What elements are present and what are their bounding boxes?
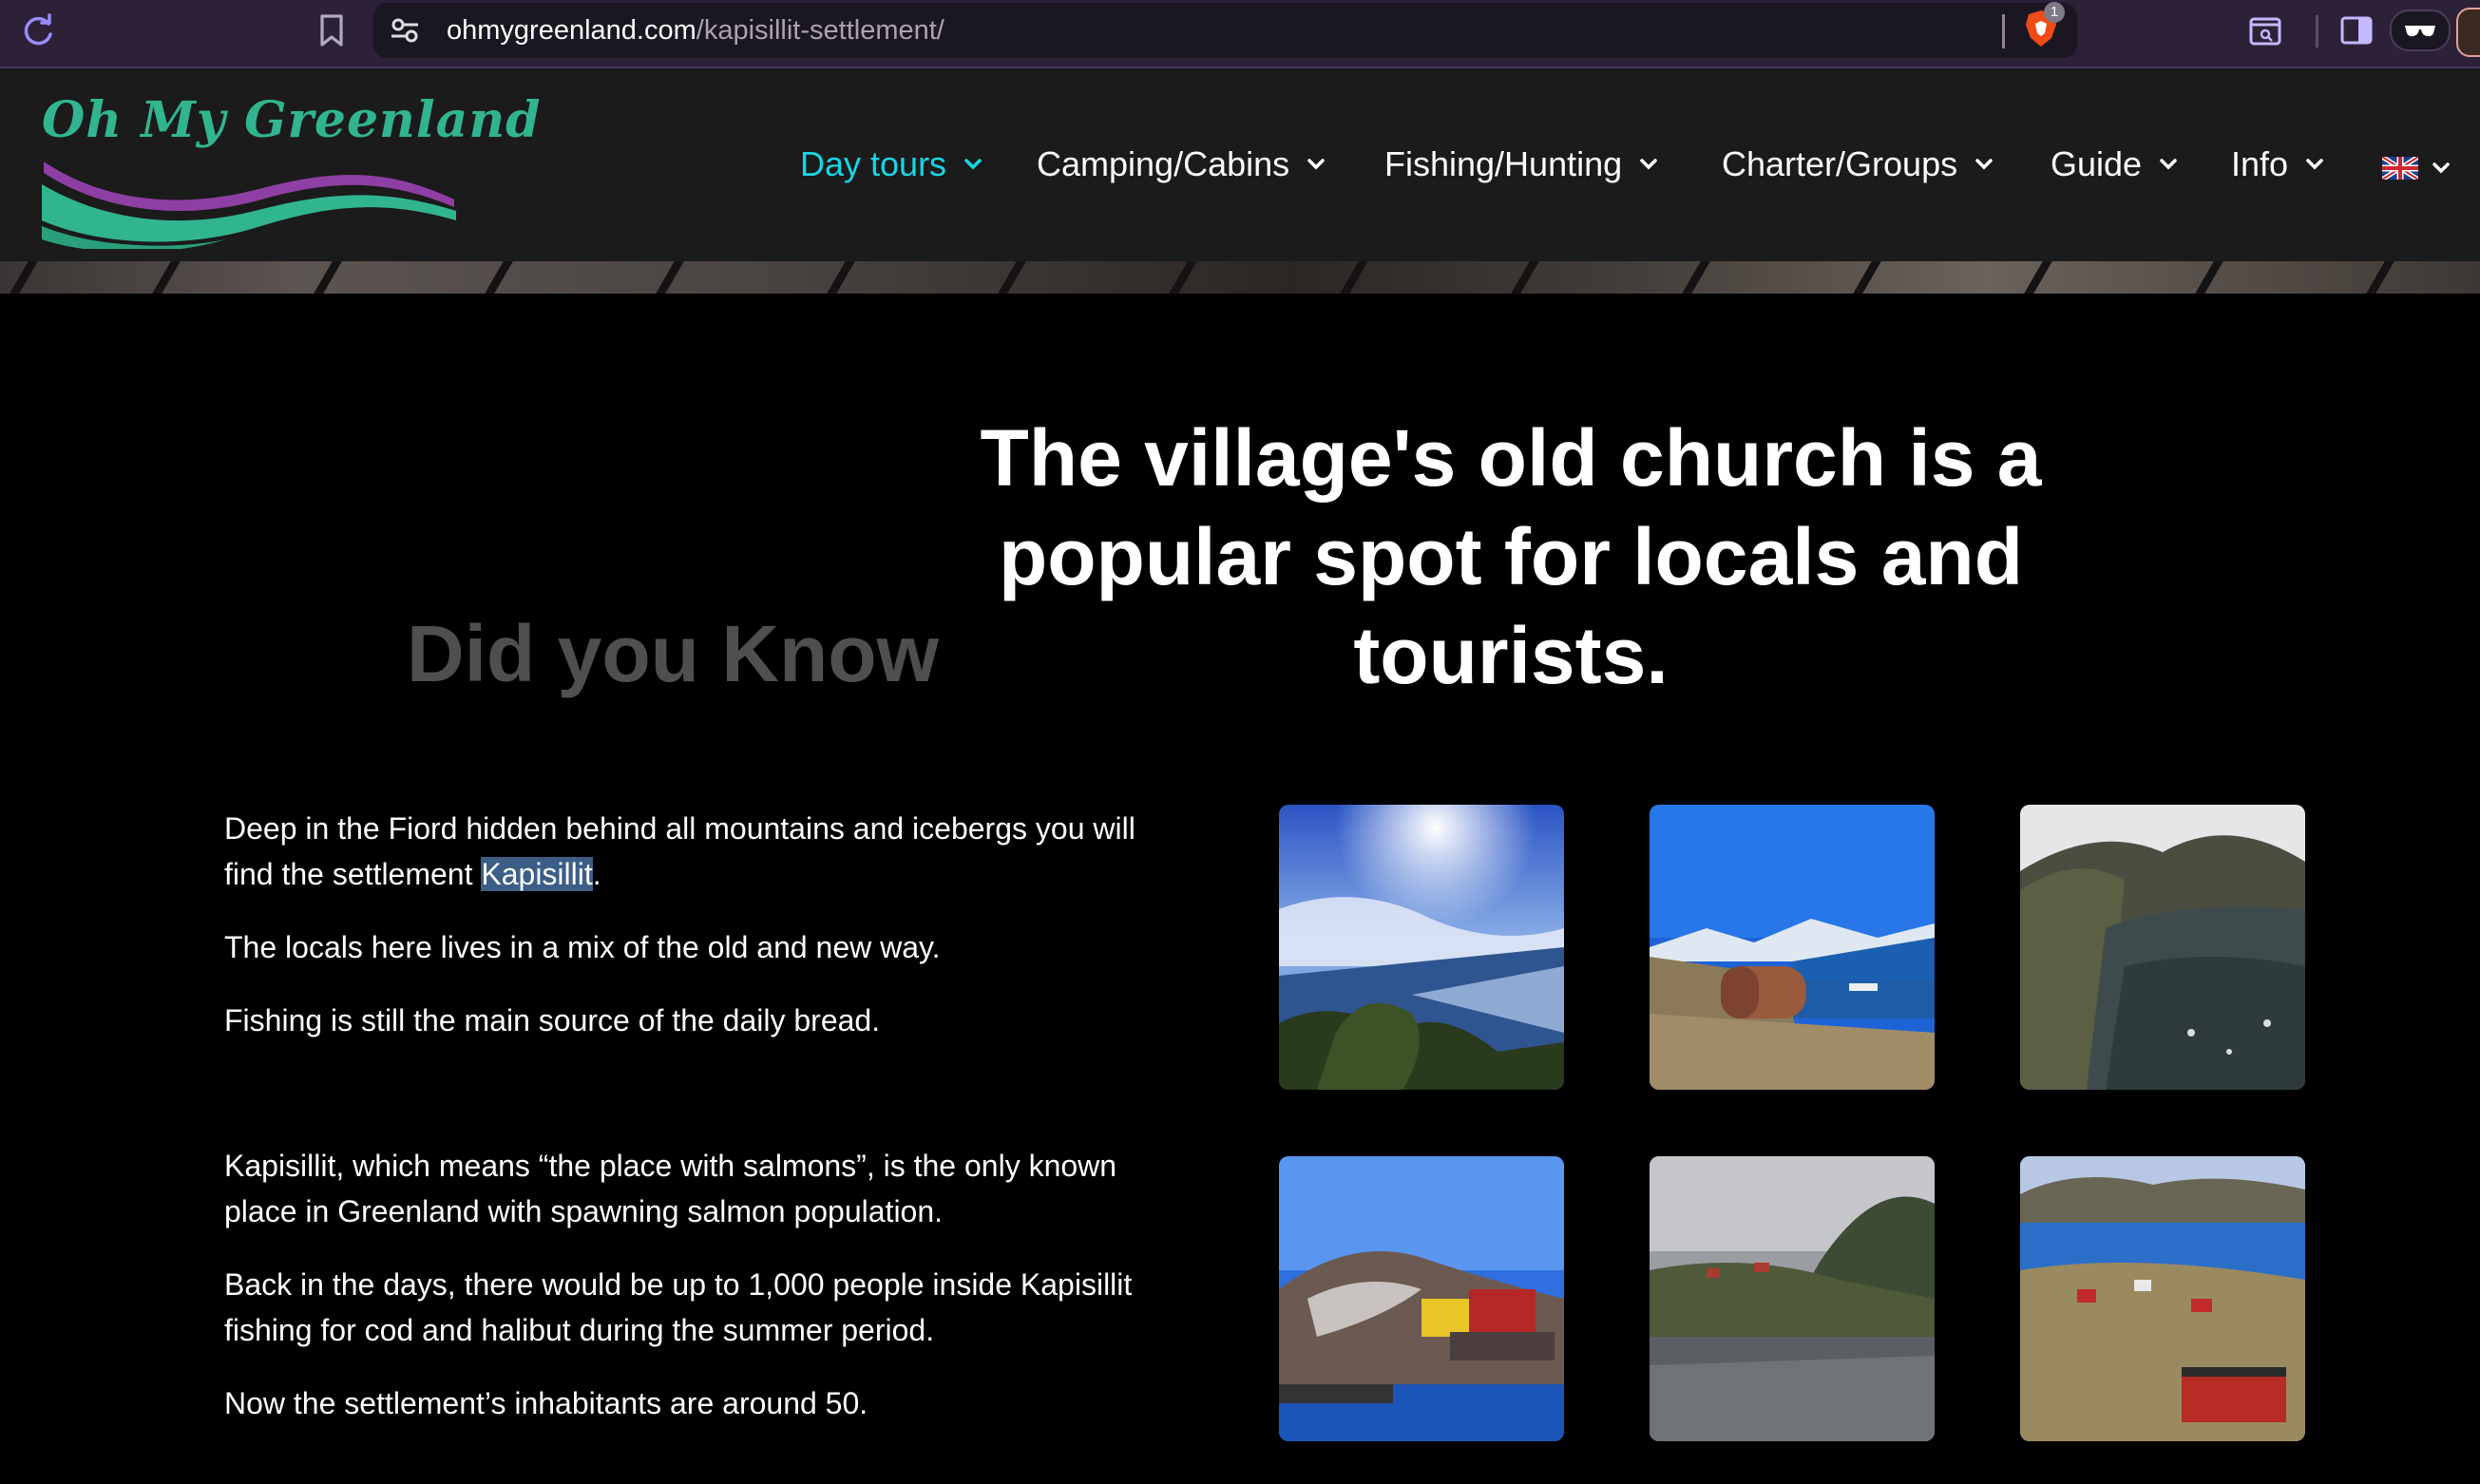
paragraph: Deep in the Fiord hidden behind all moun… (224, 806, 1155, 897)
gallery-photo-fjord-sun[interactable] (1279, 805, 1564, 1090)
paragraph: Back in the days, there would be up to 1… (224, 1267, 1133, 1347)
url-text[interactable]: ohmygreenland.com/kapisillit-settlement/ (447, 14, 944, 47)
toolbar-divider (2316, 15, 2318, 48)
reader-mode-icon[interactable] (2246, 11, 2284, 49)
chevron-down-icon (2306, 159, 2323, 170)
paragraph: The locals here lives in a mix of the ol… (224, 930, 941, 964)
facts-text: Kapisillit, which means “the place with … (224, 1143, 1155, 1426)
uk-flag-icon (2382, 157, 2418, 180)
address-bar[interactable]: ohmygreenland.com/kapisillit-settlement/ (373, 3, 2077, 58)
paragraph-text: Deep in the Fiord hidden behind all moun… (224, 811, 1135, 891)
nav-item-charter-groups[interactable]: Charter/Groups (1722, 141, 1994, 188)
nav-label: Camping/Cabins (1037, 144, 1290, 183)
chevron-down-icon (1307, 159, 1325, 170)
browser-toolbar: ohmygreenland.com/kapisillit-settlement/… (0, 0, 2480, 68)
highlighted-text: Kapisillit (481, 857, 593, 891)
harbor-tank-image (1650, 805, 1935, 1090)
site-header: Oh My Greenland Day tours Camping/Cabins… (0, 68, 2480, 261)
chevron-down-icon (2432, 162, 2450, 174)
fjord-sun-image (1279, 805, 1564, 1090)
chevron-down-icon (2160, 159, 2177, 170)
shore-village-image (1650, 1156, 1935, 1441)
gallery-photo-river-valley[interactable] (2020, 805, 2305, 1090)
headline-line: popular spot for locals and (998, 512, 2024, 601)
nav-label: Charter/Groups (1722, 144, 1958, 183)
bookmark-icon[interactable] (315, 11, 348, 49)
nav-label: Fishing/Hunting (1384, 144, 1623, 183)
nav-item-camping-cabins[interactable]: Camping/Cabins (1037, 141, 1326, 188)
address-bar-divider (2002, 14, 2005, 48)
profile-avatar[interactable] (2456, 8, 2480, 57)
site-settings-icon[interactable] (390, 16, 420, 45)
chevron-down-icon (1975, 159, 1993, 170)
settlement-aerial-image (2020, 1156, 2305, 1441)
url-path: /kapisillit-settlement/ (696, 15, 944, 46)
private-mode-pill[interactable] (2390, 10, 2451, 51)
nav-item-day-tours[interactable]: Day tours (800, 141, 982, 188)
glasses-icon (2405, 26, 2435, 37)
hero-image-strip (0, 261, 2480, 294)
paragraph: Fishing is still the main source of the … (224, 1003, 881, 1037)
gallery-photo-harbor-tank[interactable] (1650, 805, 1935, 1090)
url-domain: ohmygreenland.com (447, 15, 696, 46)
gallery-photo-village-hill[interactable] (1279, 1156, 1564, 1441)
gallery-photo-shore-village[interactable] (1650, 1156, 1935, 1441)
reload-icon[interactable] (19, 11, 57, 49)
page-headline: The village's old church is a popular sp… (931, 409, 2090, 705)
shields-count-badge: 1 (2044, 2, 2065, 23)
headline-line: tourists. (1353, 611, 1669, 700)
nav-item-fishing-hunting[interactable]: Fishing/Hunting (1384, 141, 1658, 188)
main-navigation: Day tours Camping/Cabins Fishing/Hunting… (0, 68, 2480, 261)
nav-label: Guide (2051, 144, 2143, 183)
language-switcher[interactable] (2382, 144, 2451, 192)
village-hill-image (1279, 1156, 1564, 1441)
paragraph: Now the settlement’s inhabitants are aro… (224, 1386, 868, 1420)
nav-label: Info (2231, 144, 2289, 183)
nav-item-guide[interactable]: Guide (2051, 141, 2178, 188)
gallery-photo-settlement-aerial[interactable] (2020, 1156, 2305, 1441)
chevron-down-icon (1640, 159, 1657, 170)
paragraph-text: . (592, 857, 601, 891)
river-valley-image (2020, 805, 2305, 1090)
nav-label: Day tours (800, 144, 947, 183)
nav-item-info[interactable]: Info (2231, 141, 2324, 188)
headline-line: The village's old church is a (980, 413, 2042, 503)
did-you-know-heading: Did you Know (407, 609, 939, 698)
paragraph: Kapisillit, which means “the place with … (224, 1149, 1117, 1228)
sidebar-toggle-icon[interactable] (2337, 11, 2375, 49)
intro-text: Deep in the Fiord hidden behind all moun… (224, 806, 1155, 1043)
chevron-down-icon (964, 159, 982, 170)
